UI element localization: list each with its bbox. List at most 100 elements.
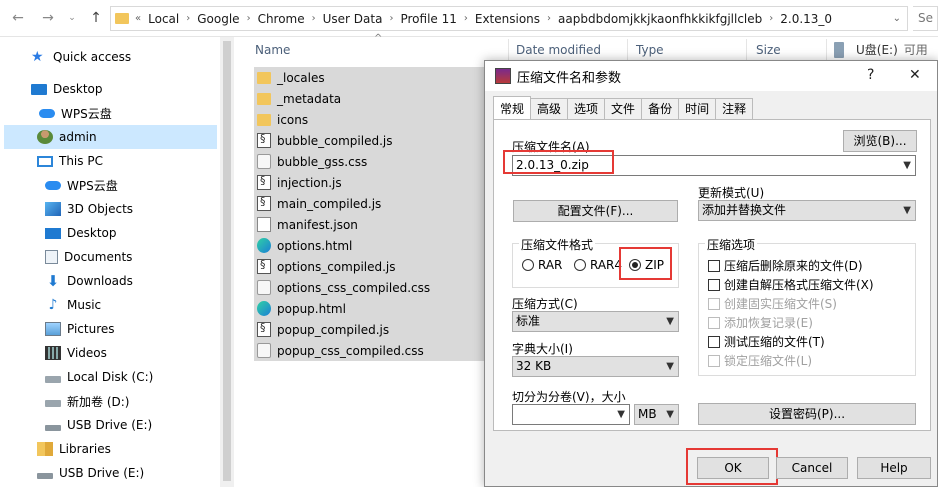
file-name: popup.html (277, 301, 346, 316)
method-select[interactable]: 标准 ▼ (512, 311, 679, 332)
tab-advanced[interactable]: 高级 (530, 98, 569, 119)
chevron-right-icon[interactable]: › (389, 13, 393, 24)
forward-arrow-icon[interactable]: → (38, 8, 58, 28)
sidebar-item-admin[interactable]: admin (4, 125, 217, 149)
file-row[interactable]: bubble_compiled.js (254, 130, 484, 151)
chevron-right-icon[interactable]: › (769, 13, 773, 24)
sidebar-item-desktop-pc[interactable]: Desktop (45, 221, 117, 245)
chevron-down-icon[interactable]: ▼ (903, 156, 911, 175)
tab-general[interactable]: 常规 (493, 96, 532, 119)
lock-archive-checkbox[interactable]: 锁定压缩文件(L) (708, 352, 812, 369)
test-files-checkbox[interactable]: 测试压缩的文件(T) (708, 333, 825, 350)
usb-drive-entry[interactable]: U盘(E:) 可用 (834, 41, 928, 58)
split-unit-select[interactable]: MB ▼ (634, 404, 679, 425)
chevron-right-icon[interactable]: › (464, 13, 468, 24)
sidebar-item-wps-cloud[interactable]: WPS云盘 (39, 101, 112, 125)
profiles-button[interactable]: 配置文件(F)... (513, 200, 678, 222)
tab-options[interactable]: 选项 (567, 98, 606, 119)
column-header-date[interactable]: Date modified (516, 43, 601, 57)
recent-dropdown-icon[interactable]: ⌄ (62, 8, 82, 28)
dictionary-select[interactable]: 32 KB ▼ (512, 356, 679, 377)
usb-drive-icon (37, 472, 53, 479)
close-icon[interactable]: ✕ (909, 67, 921, 83)
sidebar-item-videos[interactable]: Videos (45, 341, 107, 365)
column-header-type[interactable]: Type (636, 43, 664, 57)
format-rar4-radio[interactable]: RAR4 (574, 258, 622, 272)
address-path-box[interactable]: « Local › Google › Chrome › User Data › … (110, 6, 908, 31)
breadcrumb-item[interactable]: User Data (323, 12, 383, 26)
chevron-down-icon[interactable]: ▼ (617, 405, 625, 424)
breadcrumb-item[interactable]: 2.0.13_0 (780, 12, 832, 26)
chevron-down-icon[interactable]: ▼ (666, 312, 674, 331)
sidebar-item-usb-drive-e[interactable]: USB Drive (E:) (45, 413, 152, 437)
sidebar-item-3d-objects[interactable]: 3D Objects (45, 197, 133, 221)
cancel-button[interactable]: Cancel (776, 457, 848, 479)
file-row[interactable]: options.html (254, 235, 484, 256)
js-file-icon (257, 195, 271, 211)
update-mode-select[interactable]: 添加并替换文件 ▼ (698, 200, 916, 221)
file-row[interactable]: popup_css_compiled.css (254, 340, 484, 361)
file-row[interactable]: popup_compiled.js (254, 319, 484, 340)
file-row[interactable]: options_css_compiled.css (254, 277, 484, 298)
chevron-down-icon[interactable]: ⌄ (893, 13, 901, 24)
chevron-right-icon[interactable]: › (186, 13, 190, 24)
breadcrumb-item[interactable]: Chrome (258, 12, 305, 26)
sidebar-item-documents[interactable]: Documents (45, 245, 132, 269)
chevron-right-icon[interactable]: › (547, 13, 551, 24)
file-row[interactable]: injection.js (254, 172, 484, 193)
file-row[interactable]: main_compiled.js (254, 193, 484, 214)
chevron-down-icon[interactable]: ▼ (666, 357, 674, 376)
search-box[interactable]: Se (913, 6, 938, 31)
breadcrumb-item[interactable]: Extensions (475, 12, 540, 26)
sidebar-item-libraries[interactable]: Libraries (37, 437, 111, 461)
sidebar-item-music[interactable]: ♪ Music (45, 293, 102, 317)
delete-after-checkbox[interactable]: 压缩后删除原来的文件(D) (708, 257, 863, 274)
chevron-right-icon[interactable]: › (312, 13, 316, 24)
sidebar-scrollbar[interactable] (220, 37, 234, 487)
chevron-down-icon[interactable]: ▼ (903, 201, 911, 220)
browse-button[interactable]: 浏览(B)... (843, 130, 917, 152)
file-row[interactable]: bubble_gss.css (254, 151, 484, 172)
sidebar-item-drive-d[interactable]: 新加卷 (D:) (45, 389, 129, 413)
chevron-right-icon[interactable]: › (247, 13, 251, 24)
overflow-chevron-icon[interactable]: « (135, 13, 141, 24)
breadcrumb-item[interactable]: Profile 11 (400, 12, 456, 26)
sidebar-item-downloads[interactable]: ⬇ Downloads (45, 269, 133, 293)
sidebar-item-this-pc[interactable]: This PC (37, 149, 103, 173)
file-row[interactable]: _metadata (254, 88, 484, 109)
sidebar-item-local-disk-c[interactable]: Local Disk (C:) (45, 365, 153, 389)
column-header-size[interactable]: Size (756, 43, 781, 57)
file-row[interactable]: options_compiled.js (254, 256, 484, 277)
breadcrumb-item[interactable]: Google (197, 12, 239, 26)
file-row[interactable]: manifest.json (254, 214, 484, 235)
tab-backup[interactable]: 备份 (641, 98, 680, 119)
up-arrow-icon[interactable]: ↑ (86, 8, 106, 28)
sidebar-item-desktop[interactable]: Desktop (31, 77, 103, 101)
back-arrow-icon[interactable]: ← (8, 8, 28, 28)
tab-time[interactable]: 时间 (678, 98, 717, 119)
solid-archive-checkbox[interactable]: 创建固实压缩文件(S) (708, 295, 837, 312)
breadcrumb-item[interactable]: aapbdbdomjkkjkaonfhkkikfgjllcleb (558, 12, 762, 26)
help-button[interactable]: Help (857, 457, 931, 479)
chevron-down-icon[interactable]: ▼ (666, 405, 674, 424)
help-icon[interactable]: ? (867, 67, 874, 83)
scrollbar-thumb[interactable] (223, 41, 231, 481)
format-rar-radio[interactable]: RAR (522, 258, 562, 272)
breadcrumb-item[interactable]: Local (148, 12, 179, 26)
tab-files[interactable]: 文件 (604, 98, 643, 119)
recovery-record-checkbox[interactable]: 添加恢复记录(E) (708, 314, 813, 331)
file-row[interactable]: icons (254, 109, 484, 130)
sidebar-item-pictures[interactable]: Pictures (45, 317, 115, 341)
create-sfx-checkbox[interactable]: 创建自解压格式压缩文件(X) (708, 276, 874, 293)
file-row[interactable]: _locales (254, 67, 484, 88)
file-row[interactable]: popup.html (254, 298, 484, 319)
sidebar-item-quick-access[interactable]: ★ Quick access (31, 45, 131, 69)
split-size-input[interactable]: ▼ (512, 404, 630, 425)
set-password-button[interactable]: 设置密码(P)... (698, 403, 916, 425)
checkbox-label: 添加恢复记录(E) (724, 316, 813, 330)
dialog-title-bar[interactable]: 压缩文件名和参数 ? ✕ (485, 61, 937, 91)
column-header-name[interactable]: Name (255, 43, 290, 57)
sidebar-item-wps-cloud-pc[interactable]: WPS云盘 (45, 173, 118, 197)
tab-comment[interactable]: 注释 (715, 98, 754, 119)
sidebar-item-usb-drive-e-root[interactable]: USB Drive (E:) (37, 461, 144, 485)
